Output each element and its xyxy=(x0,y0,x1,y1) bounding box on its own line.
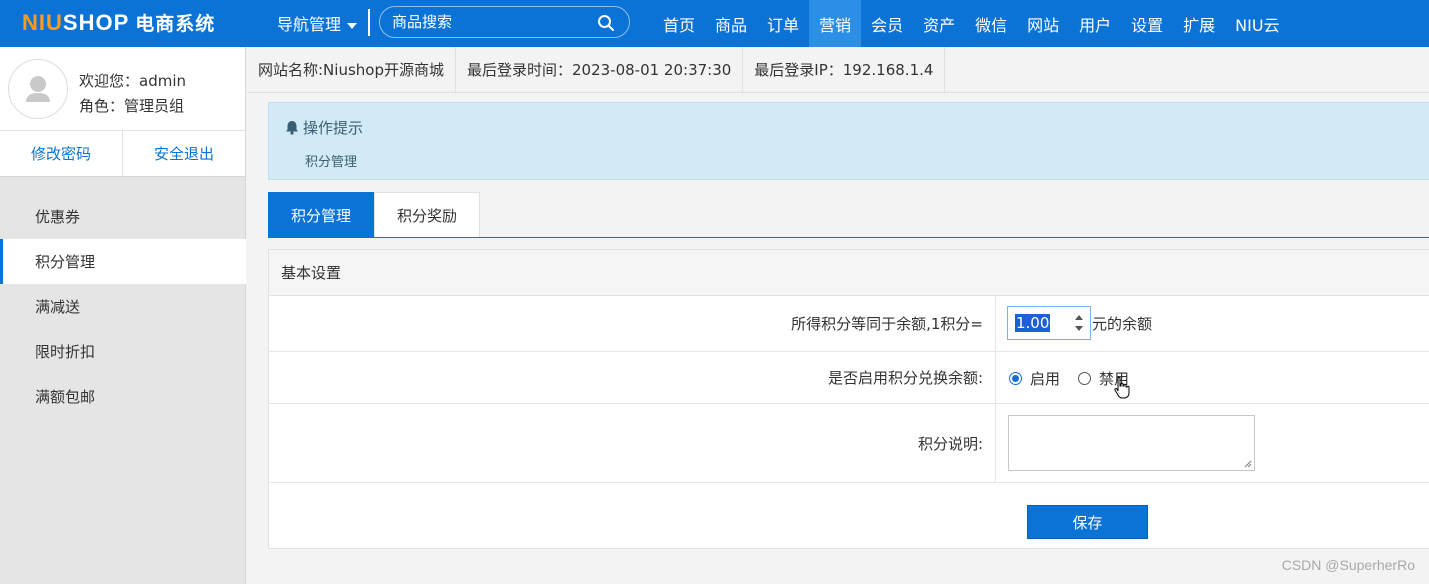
tip-text: 积分管理 xyxy=(305,155,358,170)
nav-manage-dropdown[interactable]: 导航管理 xyxy=(277,11,358,35)
description-label: 积分说明: xyxy=(269,404,996,482)
tab-points-management[interactable]: 积分管理 xyxy=(268,192,375,237)
site-name: 网站名称:Niushop开源商城 xyxy=(247,47,456,92)
save-button[interactable]: 保存 xyxy=(1027,505,1148,539)
form-row-rate: 所得积分等同于余额,1积分= 1.00 元的余额 xyxy=(269,296,1429,352)
spinner-arrows-icon[interactable] xyxy=(1072,311,1086,335)
user-panel: 欢迎您：admin 角色：管理员组 xyxy=(0,47,245,131)
nav-manage-label: 导航管理 xyxy=(277,15,342,34)
sidebar-item-full-reduction[interactable]: 满减送 xyxy=(0,284,246,329)
tip-title: 操作提示 xyxy=(285,117,363,138)
radio-dot-disable xyxy=(1078,372,1091,385)
search-input[interactable] xyxy=(390,11,590,33)
tab-points-reward[interactable]: 积分奖励 xyxy=(374,192,481,237)
form-row-enable: 是否启用积分兑换余额: 启用 禁用 xyxy=(269,352,1429,404)
menu-home[interactable]: 首页 xyxy=(653,0,705,47)
logout-link[interactable]: 安全退出 xyxy=(122,131,245,176)
tabs: 积分管理 积分奖励 xyxy=(268,192,1429,238)
rate-unit: 元的余额 xyxy=(1092,315,1153,333)
menu-extensions[interactable]: 扩展 xyxy=(1173,0,1225,47)
user-actions: 修改密码 安全退出 xyxy=(0,131,245,177)
user-role: 角色：管理员组 xyxy=(79,97,185,115)
avatar xyxy=(8,59,68,119)
search-icon[interactable] xyxy=(597,14,615,32)
menu-users[interactable]: 用户 xyxy=(1069,0,1121,47)
bell-icon xyxy=(286,121,298,135)
nav-divider xyxy=(368,9,370,36)
tip-box: 操作提示 积分管理 xyxy=(268,102,1429,180)
radio-enable[interactable]: 启用 xyxy=(1009,368,1060,389)
logo-accent: NIU xyxy=(22,10,63,35)
last-login-time: 最后登录时间：2023-08-01 20:37:30 xyxy=(456,47,744,92)
change-password-link[interactable]: 修改密码 xyxy=(0,131,122,176)
menu-orders[interactable]: 订单 xyxy=(757,0,809,47)
sidebar-item-points[interactable]: 积分管理 xyxy=(0,239,246,284)
sidebar-item-flash-discount[interactable]: 限时折扣 xyxy=(0,329,246,374)
menu-settings[interactable]: 设置 xyxy=(1121,0,1173,47)
enable-label: 是否启用积分兑换余额: xyxy=(269,352,996,403)
rate-label: 所得积分等同于余额,1积分= xyxy=(269,296,996,351)
top-menu: 首页 商品 订单 营销 会员 资产 微信 网站 用户 设置 扩展 NIU云 xyxy=(653,0,1290,47)
logo[interactable]: NIUSHOP 电商系统 xyxy=(22,9,215,36)
watermark: CSDN @SuperherRo xyxy=(1281,557,1415,573)
user-icon xyxy=(26,76,50,102)
description-textarea[interactable] xyxy=(1008,415,1255,471)
menu-wechat[interactable]: 微信 xyxy=(965,0,1017,47)
chevron-down-icon xyxy=(347,22,358,29)
resize-grip-icon[interactable] xyxy=(1244,460,1252,468)
menu-marketing[interactable]: 营销 xyxy=(809,0,862,47)
top-navbar: NIUSHOP电商系统 导航管理 首页 商品 订单 营销 会员 资产 微信 网站… xyxy=(0,0,1429,47)
sidebar-item-coupons[interactable]: 优惠券 xyxy=(0,194,246,239)
radio-enable-label: 启用 xyxy=(1030,370,1061,388)
radio-dot-enable xyxy=(1009,372,1022,385)
search-box xyxy=(379,6,630,38)
settings-panel: 基本设置 所得积分等同于余额,1积分= 1.00 元的余额 是否启用积分兑换余额… xyxy=(268,249,1429,549)
form-row-description: 积分说明: xyxy=(269,404,1429,483)
menu-goods[interactable]: 商品 xyxy=(705,0,757,47)
section-title: 基本设置 xyxy=(269,250,1429,296)
last-login-ip: 最后登录IP：192.168.1.4 xyxy=(743,47,946,92)
rate-number-input[interactable]: 1.00 xyxy=(1007,306,1091,340)
sidebar-menu: 优惠券 积分管理 满减送 限时折扣 满额包邮 xyxy=(0,194,246,419)
menu-assets[interactable]: 资产 xyxy=(913,0,965,47)
rate-value: 1.00 xyxy=(1015,314,1051,332)
sidebar-item-free-shipping[interactable]: 满额包邮 xyxy=(0,374,246,419)
logo-cn: 电商系统 xyxy=(135,14,216,35)
user-welcome: 欢迎您：admin xyxy=(79,72,186,90)
logo-rest: SHOP xyxy=(62,10,130,35)
menu-members[interactable]: 会员 xyxy=(861,0,913,47)
sidebar: 欢迎您：admin 角色：管理员组 修改密码 安全退出 优惠券 积分管理 满减送… xyxy=(0,47,246,584)
info-bar: 网站名称:Niushop开源商城 最后登录时间：2023-08-01 20:37… xyxy=(247,47,1429,93)
menu-niu-cloud[interactable]: NIU云 xyxy=(1225,0,1289,47)
tip-title-text: 操作提示 xyxy=(303,119,364,137)
hand-cursor-icon xyxy=(1114,376,1130,399)
menu-website[interactable]: 网站 xyxy=(1017,0,1069,47)
